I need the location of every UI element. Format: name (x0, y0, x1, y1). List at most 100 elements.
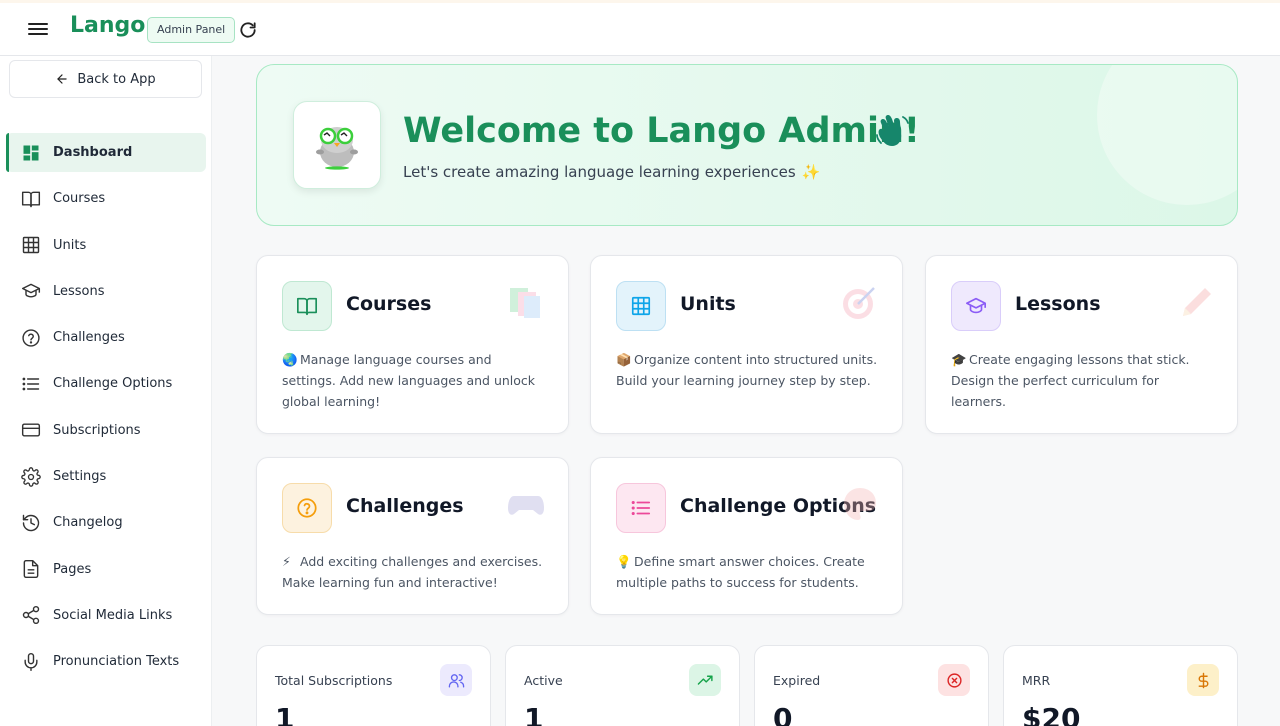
back-to-app-button[interactable]: Back to App (9, 60, 202, 98)
help-circle-icon (282, 483, 332, 533)
card-challenge-options[interactable]: Challenge Options 💡 Define smart answer c… (590, 457, 903, 615)
book-icon (21, 189, 41, 209)
stat-value: 0 (773, 702, 793, 726)
sidebar-item-label: Settings (53, 469, 107, 485)
top-bar: Lango Admin Panel (0, 0, 1280, 56)
card-description-text: Add exciting challenges and exercises. M… (282, 554, 543, 590)
hamburger-menu-icon[interactable] (28, 20, 48, 38)
card-description-text: Organize content into structured units. … (616, 352, 878, 388)
microphone-icon (21, 652, 41, 672)
help-circle-icon (21, 328, 41, 348)
mascot-logo (293, 101, 381, 189)
users-icon (440, 664, 472, 696)
decorative-circle (1097, 65, 1237, 205)
card-title: Challenges (346, 495, 464, 517)
hero-subtitle: Let's create amazing language learning e… (403, 163, 820, 181)
graduation-cap-icon (951, 281, 1001, 331)
x-circle-icon (938, 664, 970, 696)
palette-decoration-icon (840, 484, 880, 524)
history-icon (21, 513, 41, 533)
sparkles-icon: ✨ (801, 163, 821, 181)
stat-mrr: MRR $20 (1003, 645, 1238, 726)
dashboard-icon (21, 143, 41, 163)
gamepad-decoration-icon (506, 484, 546, 524)
sidebar-item-challenges[interactable]: Challenges (6, 318, 206, 357)
stat-label: Expired (773, 673, 821, 688)
sidebar-item-settings[interactable]: Settings (6, 457, 206, 496)
card-description: 📦 Organize content into structured units.… (616, 349, 881, 391)
sidebar-item-units[interactable]: Units (6, 226, 206, 265)
graduation-cap-icon (21, 281, 41, 301)
sidebar-item-label: Challenge Options (53, 376, 173, 392)
sidebar-item-social-media-links[interactable]: Social Media Links (6, 596, 206, 635)
stat-label: MRR (1022, 673, 1051, 688)
dollar-icon (1187, 664, 1219, 696)
globe-icon: 🌏 (282, 352, 298, 367)
card-units[interactable]: Units 📦 Organize content into structured … (590, 255, 903, 434)
refresh-icon[interactable] (238, 20, 258, 40)
brand-logo[interactable]: Lango (70, 13, 145, 38)
card-description: 🎓 Create engaging lessons that stick. Des… (951, 349, 1216, 412)
sidebar-item-changelog[interactable]: Changelog (6, 503, 206, 542)
sidebar-item-label: Lessons (53, 283, 105, 299)
file-icon (21, 559, 41, 579)
sidebar-item-lessons[interactable]: Lessons (6, 272, 206, 311)
grid-icon (21, 235, 41, 255)
grid-icon (616, 281, 666, 331)
stat-expired: Expired 0 (754, 645, 989, 726)
stat-active: Active 1 (505, 645, 740, 726)
stat-value: 1 (524, 702, 544, 726)
books-decoration-icon (506, 282, 546, 322)
stat-label: Active (524, 673, 563, 688)
card-title: Units (680, 293, 736, 315)
trending-up-icon (689, 664, 721, 696)
stat-value: $20 (1022, 702, 1081, 726)
sidebar-item-label: Units (53, 237, 87, 253)
sidebar-item-subscriptions[interactable]: Subscriptions (6, 411, 206, 450)
book-icon (282, 281, 332, 331)
card-title: Lessons (1015, 293, 1101, 315)
card-description-text: Manage language courses and settings. Ad… (282, 352, 536, 409)
welcome-banner: Welcome to Lango Admin! Let's create ama… (256, 64, 1238, 226)
card-description: 💡 Define smart answer choices. Create mul… (616, 551, 881, 593)
stat-value: 1 (275, 702, 295, 726)
sidebar-item-label: Dashboard (53, 145, 133, 160)
admin-panel-badge: Admin Panel (147, 17, 236, 43)
card-description-text: Define smart answer choices. Create mult… (616, 554, 865, 590)
pencil-decoration-icon (1175, 282, 1215, 322)
card-lessons[interactable]: Lessons 🎓 Create engaging lessons that st… (925, 255, 1238, 434)
graduation-emoji-icon: 🎓 (951, 352, 967, 367)
list-icon (616, 483, 666, 533)
credit-card-icon (21, 420, 41, 440)
hero-subtitle-text: Let's create amazing language learning e… (403, 163, 796, 181)
lightning-icon: ⚡ (282, 554, 291, 569)
card-title: Courses (346, 293, 432, 315)
list-icon (21, 374, 41, 394)
card-description: ⚡ Add exciting challenges and exercises. … (282, 551, 547, 593)
back-to-app-label: Back to App (77, 71, 156, 87)
sidebar-item-pronunciation-texts[interactable]: Pronunciation Texts (6, 642, 206, 681)
arrow-left-icon (57, 74, 68, 84)
sidebar-item-challenge-options[interactable]: Challenge Options (6, 364, 206, 403)
sidebar-item-dashboard[interactable]: Dashboard (6, 133, 206, 172)
sidebar-item-label: Pronunciation Texts (53, 654, 180, 670)
sidebar-item-label: Subscriptions (53, 422, 141, 438)
card-challenges[interactable]: Challenges ⚡ Add exciting challenges and … (256, 457, 569, 615)
sidebar-nav: Dashboard Courses Units Lessons Challeng… (6, 133, 206, 689)
sidebar: Back to App Dashboard Courses Units Less… (0, 56, 212, 726)
sidebar-item-label: Courses (53, 191, 106, 207)
package-icon: 📦 (616, 352, 632, 367)
lightbulb-icon: 💡 (616, 554, 632, 569)
share-icon (21, 605, 41, 625)
sidebar-item-label: Social Media Links (53, 607, 173, 623)
stat-total-subscriptions: Total Subscriptions 1 (256, 645, 491, 726)
gear-icon (21, 466, 41, 487)
sidebar-item-courses[interactable]: Courses (6, 179, 206, 218)
card-courses[interactable]: Courses 🌏 Manage language courses and set… (256, 255, 569, 434)
waving-hand-icon (873, 111, 913, 151)
target-decoration-icon (840, 282, 880, 322)
stat-label: Total Subscriptions (275, 673, 393, 688)
sidebar-item-pages[interactable]: Pages (6, 550, 206, 589)
hero-title: Welcome to Lango Admin! (403, 111, 920, 151)
sidebar-item-label: Challenges (53, 330, 125, 346)
